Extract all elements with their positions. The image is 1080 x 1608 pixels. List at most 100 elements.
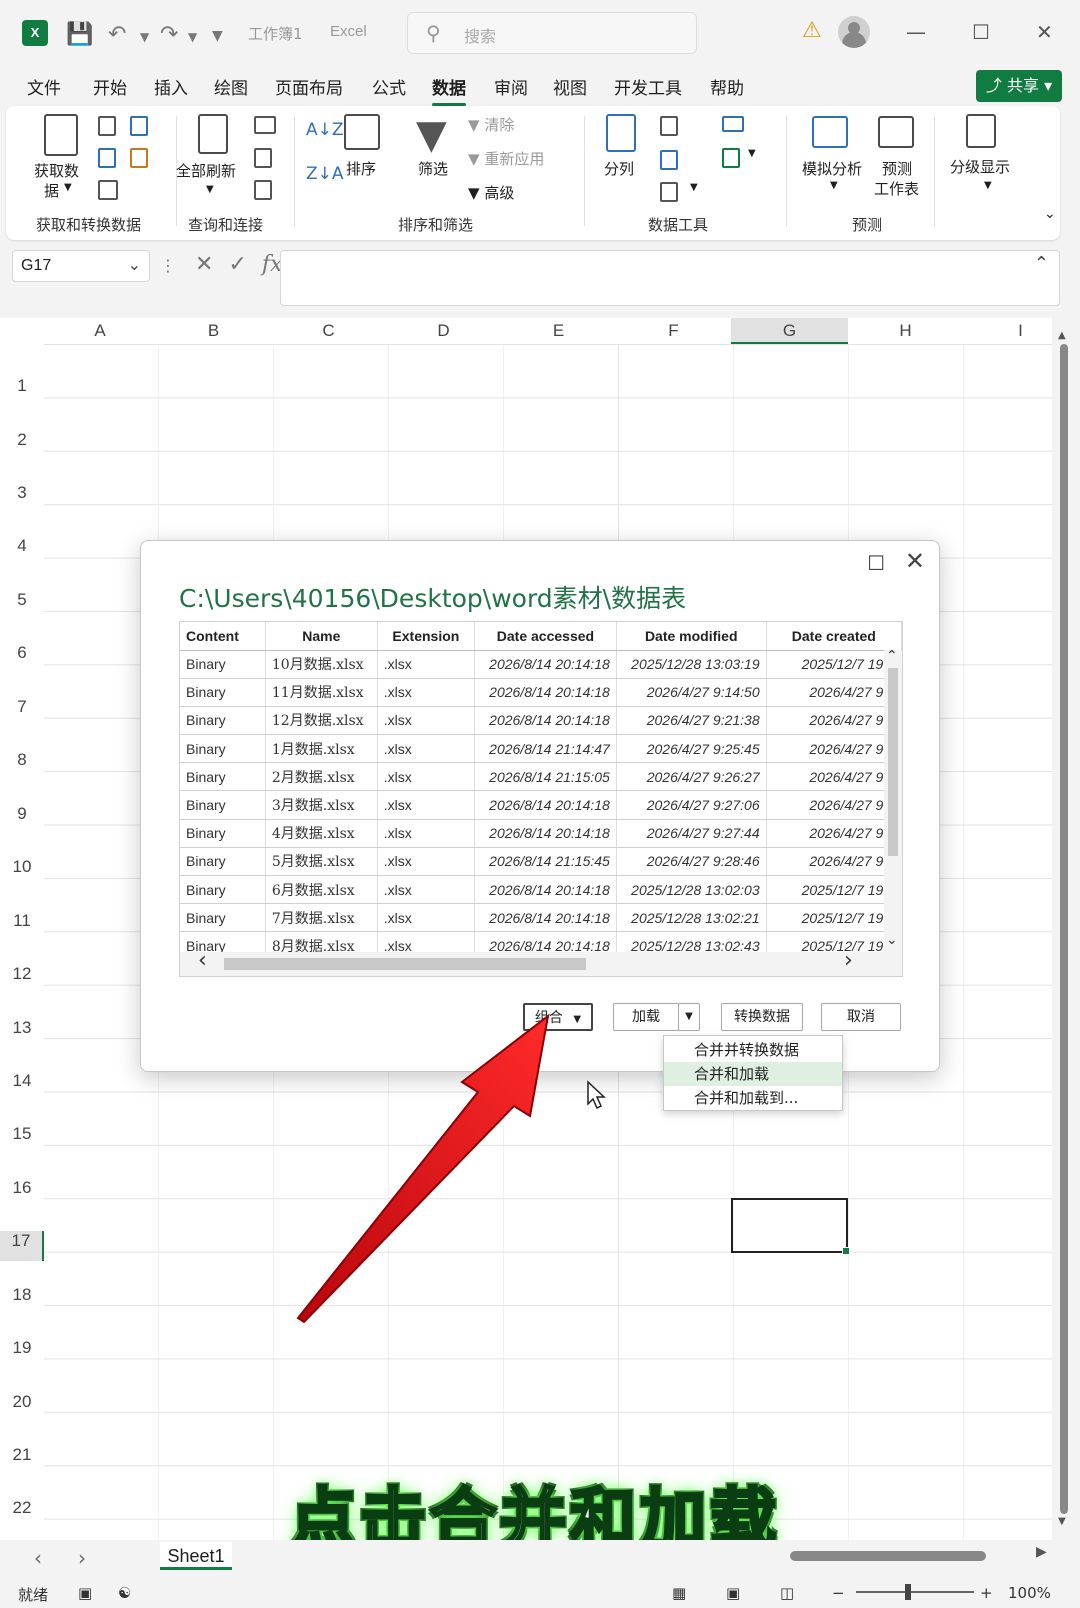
chevron-up-icon[interactable]: ⌃ — [886, 648, 898, 664]
row-header[interactable]: 19 — [0, 1338, 44, 1358]
scroll-down-icon[interactable]: ▼ — [1058, 1516, 1066, 1527]
row-header[interactable]: 21 — [0, 1445, 44, 1465]
outline-button[interactable]: 分级显示 — [950, 156, 1010, 177]
edit-links-icon[interactable] — [254, 180, 272, 200]
advanced-button[interactable]: ▼ 高级 — [468, 182, 514, 203]
avatar[interactable] — [838, 16, 870, 48]
combine-button[interactable]: 组合 ▼ — [523, 1003, 593, 1031]
data-validation-dropdown-icon[interactable]: ▼ — [690, 182, 698, 193]
row-header[interactable]: 16 — [0, 1178, 44, 1198]
zoom-level[interactable]: 100% — [1008, 1584, 1051, 1602]
chevron-down-icon[interactable]: ⌄ — [886, 932, 898, 948]
close-icon[interactable]: ✕ — [1036, 20, 1053, 44]
get-data-button[interactable]: 获取数 — [34, 160, 79, 181]
table-hscroll-thumb[interactable] — [224, 958, 586, 970]
data-validation-icon[interactable] — [660, 182, 678, 202]
undo-dropdown-icon[interactable]: ▼ — [140, 30, 149, 44]
sort-descending-icon[interactable]: Z↓A — [306, 164, 344, 184]
refresh-dropdown-icon[interactable]: ▼ — [206, 184, 214, 195]
chevron-right-icon[interactable]: › — [844, 948, 853, 973]
maximize-icon[interactable]: ☐ — [867, 551, 885, 575]
row-header[interactable]: 20 — [0, 1392, 44, 1412]
recent-sources-icon[interactable] — [130, 116, 148, 136]
get-data-button-line2[interactable]: 据 — [44, 180, 59, 201]
row-header[interactable]: 18 — [0, 1285, 44, 1305]
data-model-dropdown-icon[interactable]: ▼ — [748, 148, 756, 159]
confirm-entry-icon[interactable]: ✓ — [228, 252, 246, 277]
menu-item-combine-load-to[interactable]: 合并和加载到... — [664, 1086, 842, 1110]
text-to-columns-button[interactable]: 分列 — [604, 158, 634, 179]
column-header-h[interactable]: H — [848, 318, 963, 344]
table-row[interactable]: Binary 5月数据.xlsx .xlsx 2026/8/14 21:15:45 20… — [180, 847, 902, 877]
table-row[interactable]: Binary 4月数据.xlsx .xlsx 2026/8/14 20:14:18 20… — [180, 819, 902, 848]
flash-fill-icon[interactable] — [660, 116, 678, 136]
scroll-thumb[interactable] — [1060, 344, 1068, 1514]
menu-item-combine-transform[interactable]: 合并并转换数据 — [664, 1038, 842, 1062]
redo-icon[interactable]: ↷ — [160, 22, 178, 47]
tab-developer[interactable]: 开发工具 — [614, 74, 682, 99]
row-header[interactable]: 3 — [0, 483, 44, 503]
zoom-slider-track[interactable] — [856, 1591, 974, 1593]
scroll-up-icon[interactable]: ▲ — [1058, 330, 1066, 341]
filter-button[interactable]: 筛选 — [418, 158, 448, 179]
from-web-icon[interactable] — [98, 148, 116, 168]
table-row[interactable]: Binary 11月数据.xlsx .xlsx 2026/8/14 20:14:18 2… — [180, 678, 902, 707]
get-data-dropdown-icon[interactable]: ▼ — [64, 182, 72, 193]
tab-view[interactable]: 视图 — [553, 74, 587, 99]
vertical-scrollbar[interactable]: ▲ ▼ — [1054, 330, 1074, 1530]
row-header[interactable]: 8 — [0, 750, 44, 770]
reapply-button[interactable]: ▼ 重新应用 — [468, 148, 544, 169]
column-header-e[interactable]: E — [501, 318, 616, 344]
macro-record-icon[interactable]: ▣ — [78, 1584, 92, 1602]
table-vertical-scrollbar[interactable]: ⌃ ⌄ — [884, 648, 902, 952]
from-table-icon[interactable] — [98, 180, 118, 200]
row-header[interactable]: 6 — [0, 643, 44, 663]
redo-dropdown-icon[interactable]: ▼ — [188, 30, 197, 44]
tab-page-layout[interactable]: 页面布局 — [275, 74, 343, 99]
row-header[interactable]: 2 — [0, 430, 44, 450]
zoom-out-icon[interactable]: − — [832, 1584, 845, 1602]
search-box[interactable]: ⚲ 搜索 — [407, 12, 697, 54]
row-header[interactable]: 14 — [0, 1071, 44, 1091]
normal-view-icon[interactable]: ▦ — [672, 1584, 686, 1602]
tab-home[interactable]: 开始 — [93, 74, 127, 99]
page-break-view-icon[interactable]: ◫ — [780, 1584, 794, 1602]
table-row[interactable]: Binary 2月数据.xlsx .xlsx 2026/8/14 21:15:05 20… — [180, 762, 902, 792]
what-if-button[interactable]: 模拟分析 — [802, 158, 862, 179]
row-header[interactable]: 4 — [0, 536, 44, 556]
column-header[interactable]: Date created — [766, 622, 902, 651]
column-header-c[interactable]: C — [271, 318, 386, 344]
consolidate-icon[interactable] — [722, 116, 744, 132]
tab-help[interactable]: 帮助 — [710, 74, 744, 99]
page-layout-view-icon[interactable]: ▣ — [726, 1584, 740, 1602]
tab-draw[interactable]: 绘图 — [214, 74, 248, 99]
column-header[interactable]: Extension — [377, 622, 476, 651]
selected-cell-g17[interactable] — [731, 1198, 850, 1255]
sort-button[interactable]: 排序 — [346, 158, 376, 179]
chevron-left-icon[interactable]: ‹ — [34, 1546, 42, 1570]
minimize-icon[interactable]: — — [906, 20, 926, 44]
customize-toolbar-icon[interactable]: ▼ — [212, 28, 223, 44]
column-header-d[interactable]: D — [386, 318, 501, 344]
table-horizontal-scrollbar[interactable]: ‹ › — [180, 948, 902, 976]
warning-icon[interactable]: ⚠ — [802, 18, 822, 43]
zoom-in-icon[interactable]: + — [980, 1584, 993, 1602]
table-row[interactable]: Binary 3月数据.xlsx .xlsx 2026/8/14 20:14:18 20… — [180, 790, 902, 820]
column-header-f[interactable]: F — [616, 318, 731, 344]
queries-connections-icon[interactable] — [254, 116, 276, 134]
scroll-right-icon[interactable]: ▶ — [1036, 1544, 1047, 1560]
zoom-slider-knob[interactable] — [905, 1584, 911, 1600]
column-header-i[interactable]: I — [963, 318, 1052, 344]
row-header[interactable]: 13 — [0, 1018, 44, 1038]
collapse-formula-icon[interactable]: ⌃ — [1034, 253, 1049, 274]
column-header-g[interactable]: G — [731, 318, 848, 344]
row-header[interactable]: 12 — [0, 964, 44, 984]
cancel-entry-icon[interactable]: ✕ — [195, 252, 213, 277]
tab-data[interactable]: 数据 — [432, 74, 466, 106]
column-header[interactable]: Date modified — [616, 622, 767, 651]
load-button[interactable]: 加载 — [613, 1003, 679, 1031]
table-row[interactable]: Binary 12月数据.xlsx .xlsx 2026/8/14 20:14:18 2… — [180, 706, 902, 736]
outline-dropdown-icon[interactable]: ▼ — [984, 180, 992, 191]
column-header[interactable]: Content — [180, 622, 266, 651]
menu-item-combine-load[interactable]: 合并和加载 — [664, 1062, 842, 1086]
